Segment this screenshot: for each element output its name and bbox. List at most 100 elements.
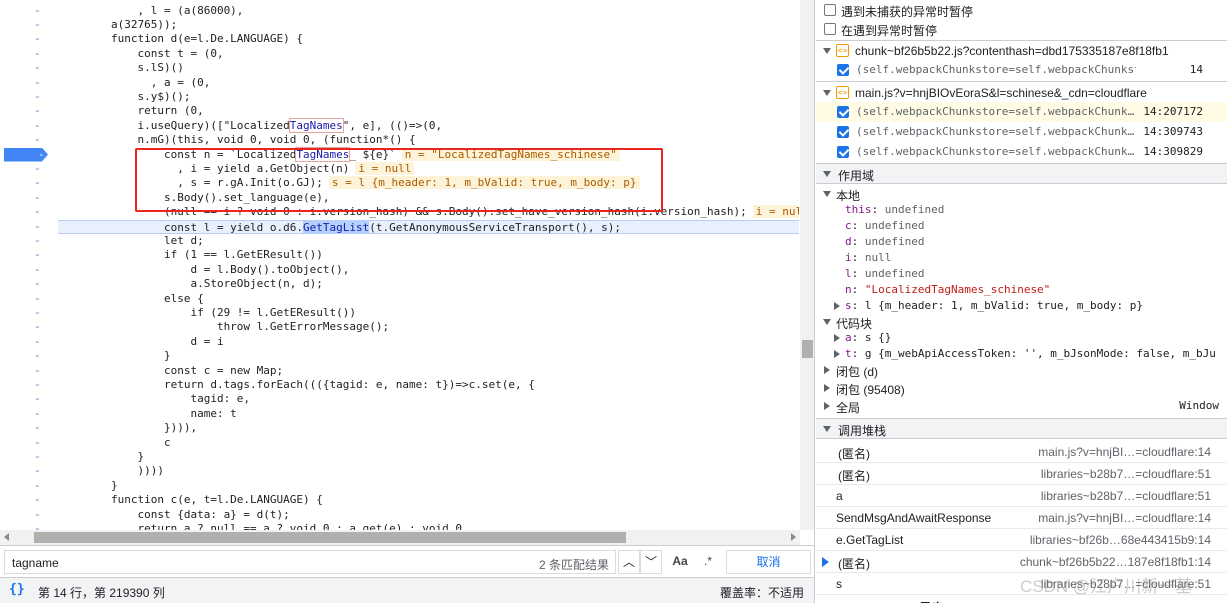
scope-section-header[interactable]: 作用域 — [816, 163, 1227, 184]
scope-group[interactable]: 代码块 — [816, 314, 1227, 331]
expand-arrow-icon[interactable] — [823, 191, 831, 197]
callstack-section-header[interactable]: 调用堆栈 — [816, 418, 1227, 439]
gutter-line[interactable]: - — [0, 176, 58, 190]
breakpoint-item[interactable]: (self.webpackChunkstore=self.webpackChun… — [816, 102, 1227, 122]
cancel-button[interactable]: 取消 — [726, 550, 811, 574]
breakpoint-checkbox[interactable] — [837, 126, 849, 138]
expand-arrow-icon[interactable] — [823, 48, 831, 54]
pause-option[interactable]: 在遇到异常时暂停 — [816, 20, 1227, 39]
scroll-left-icon[interactable] — [4, 533, 9, 541]
pretty-print-icon[interactable]: {} — [9, 582, 25, 597]
previous-match-button[interactable]: ︿ — [618, 550, 640, 574]
expand-arrow-icon[interactable] — [823, 90, 831, 96]
callstack-frame[interactable]: a libraries~b28b7…=cloudflare:51 — [816, 485, 1227, 507]
collapse-arrow-icon[interactable] — [824, 402, 830, 410]
horizontal-scrollbar[interactable] — [0, 530, 800, 545]
callstack-frame[interactable]: s libraries~b28b7…=cloudflare:51 — [816, 573, 1227, 595]
pause-option[interactable]: 遇到未捕获的异常时暂停 — [816, 1, 1227, 20]
callstack-frame[interactable]: e.GetTagList libraries~bf26b…68e443415b9:… — [816, 529, 1227, 551]
gutter-line[interactable]: - — [0, 493, 58, 507]
scope-group[interactable]: 闭包 (d) — [816, 362, 1227, 379]
breakpoint-item[interactable]: (self.webpackChunkstore=self.webpackChun… — [816, 122, 1227, 142]
regex-button[interactable]: .* — [697, 550, 719, 574]
vertical-scrollbar[interactable] — [800, 0, 814, 530]
source-editor[interactable]: ------------------------------------- , … — [0, 0, 815, 545]
line-gutter[interactable]: ------------------------------------- — [0, 0, 58, 535]
collapse-arrow-icon[interactable] — [834, 302, 840, 310]
gutter-line[interactable]: - — [0, 349, 58, 363]
gutter-line[interactable]: - — [0, 335, 58, 349]
scope-property[interactable]: c: undefined — [816, 218, 1227, 234]
scope-group[interactable]: 闭包 (95408) — [816, 380, 1227, 397]
code-area[interactable]: , l = (a(86000), a(32765)); function d(e… — [58, 0, 799, 530]
gutter-line[interactable]: - — [0, 320, 58, 334]
gutter-line[interactable]: - — [0, 464, 58, 478]
gutter-line[interactable]: - — [0, 248, 58, 262]
breakpoint-item[interactable]: (self.webpackChunkstore=self.webpackChun… — [816, 60, 1227, 80]
breakpoint-checkbox[interactable] — [837, 64, 849, 76]
gutter-line[interactable]: - — [0, 234, 58, 248]
scope-property[interactable]: s: l {m_header: 1, m_bValid: true, m_bod… — [816, 298, 1227, 314]
gutter-line[interactable]: - — [0, 364, 58, 378]
scope-group[interactable]: 本地 — [816, 186, 1227, 203]
scope-property[interactable]: l: undefined — [816, 266, 1227, 282]
gutter-line[interactable]: - — [0, 4, 58, 18]
scope-property[interactable]: d: undefined — [816, 234, 1227, 250]
breakpoint-item[interactable]: (self.webpackChunkstore=self.webpackChun… — [816, 142, 1227, 162]
scroll-right-icon[interactable] — [791, 533, 796, 541]
scope-group[interactable]: 全局 Window — [816, 398, 1227, 415]
gutter-line[interactable]: - — [0, 32, 58, 46]
pause-checkbox[interactable] — [824, 23, 836, 35]
callstack-frame[interactable]: Promise.then (异步) — [816, 595, 1227, 603]
gutter-line[interactable]: - — [0, 392, 58, 406]
collapse-arrow-icon[interactable] — [824, 384, 830, 392]
vertical-scroll-thumb[interactable] — [802, 340, 813, 358]
breakpoint-marker[interactable]: - — [4, 147, 48, 162]
scope-property[interactable]: this: undefined — [816, 202, 1227, 218]
callstack-frame[interactable]: (匿名) main.js?v=hnjBI…=cloudflare:14 — [816, 441, 1227, 463]
gutter-line[interactable]: - — [0, 147, 58, 162]
match-case-button[interactable]: Aa — [669, 550, 691, 574]
gutter-line[interactable]: - — [0, 76, 58, 90]
next-match-button[interactable]: ﹀ — [640, 550, 662, 574]
scope-property[interactable]: t: g {m_webApiAccessToken: '', m_bJsonMo… — [816, 346, 1227, 362]
gutter-line[interactable]: - — [0, 47, 58, 61]
breakpoint-file-header[interactable]: <> main.js?v=hnjBIOvEoraS&l=schinese&_cdn… — [816, 83, 1227, 103]
gutter-line[interactable]: - — [0, 119, 58, 133]
expand-arrow-icon[interactable] — [823, 319, 831, 325]
gutter-line[interactable]: - — [0, 263, 58, 277]
breakpoint-checkbox[interactable] — [837, 146, 849, 158]
gutter-line[interactable]: - — [0, 191, 58, 205]
pause-checkbox[interactable] — [824, 4, 836, 16]
gutter-line[interactable]: - — [0, 450, 58, 464]
scope-property[interactable]: a: s {} — [816, 330, 1227, 346]
collapse-arrow-icon[interactable] — [834, 350, 840, 358]
expand-arrow-icon[interactable] — [823, 171, 831, 177]
gutter-line[interactable]: - — [0, 378, 58, 392]
gutter-line[interactable]: - — [0, 220, 58, 234]
gutter-line[interactable]: - — [0, 61, 58, 75]
breakpoint-file-header[interactable]: <> chunk~bf26b5b22.js?contenthash=dbd1753… — [816, 41, 1227, 61]
gutter-line[interactable]: - — [0, 421, 58, 435]
callstack-frame[interactable]: (匿名) libraries~b28b7…=cloudflare:51 — [816, 463, 1227, 485]
gutter-line[interactable]: - — [0, 205, 58, 219]
gutter-line[interactable]: - — [0, 306, 58, 320]
search-query[interactable]: tagname — [12, 556, 59, 570]
gutter-line[interactable]: - — [0, 162, 58, 176]
collapse-arrow-icon[interactable] — [834, 334, 840, 342]
scope-property[interactable]: i: null — [816, 250, 1227, 266]
gutter-line[interactable]: - — [0, 292, 58, 306]
gutter-line[interactable]: - — [0, 18, 58, 32]
gutter-line[interactable]: - — [0, 133, 58, 147]
search-input[interactable]: tagname 2 条匹配结果 — [4, 550, 616, 574]
horizontal-scroll-thumb[interactable] — [34, 532, 626, 543]
expand-arrow-icon[interactable] — [823, 426, 831, 432]
gutter-line[interactable]: - — [0, 90, 58, 104]
gutter-line[interactable]: - — [0, 104, 58, 118]
breakpoint-checkbox[interactable] — [837, 106, 849, 118]
callstack-frame[interactable]: (匿名) chunk~bf26b5b22…187e8f18fb1:14 — [816, 551, 1227, 573]
gutter-line[interactable]: - — [0, 277, 58, 291]
gutter-line[interactable]: - — [0, 436, 58, 450]
callstack-frame[interactable]: SendMsgAndAwaitResponse main.js?v=hnjBI…=… — [816, 507, 1227, 529]
collapse-arrow-icon[interactable] — [824, 366, 830, 374]
